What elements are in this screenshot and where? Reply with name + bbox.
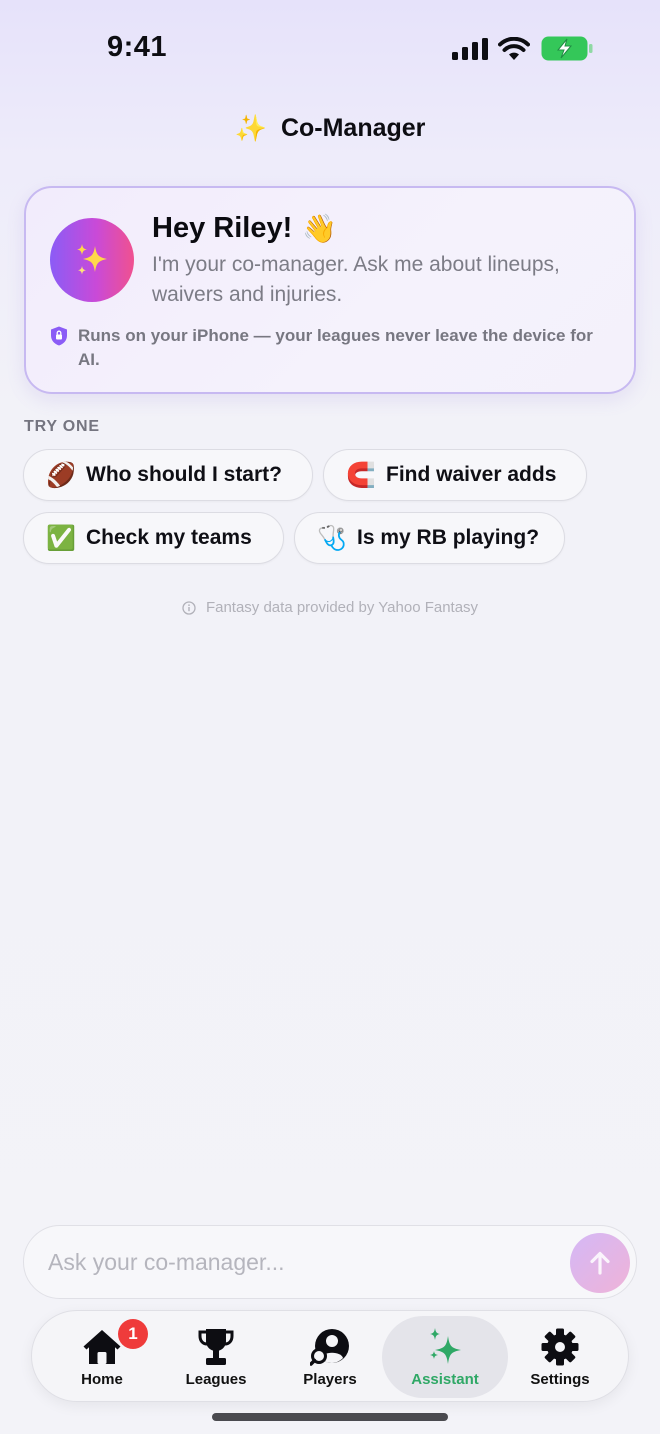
tab-label: Leagues [185, 1371, 247, 1388]
greeting: Hey Riley! 👋 [152, 212, 337, 245]
tab-label: Settings [530, 1371, 590, 1388]
sparkles-icon [77, 244, 107, 275]
football-icon: 🏈 [46, 461, 76, 489]
suggestion-chip-label: Is my RB playing? [357, 526, 540, 549]
welcome-card: Hey Riley! 👋 I'm your co-manager. Ask me… [24, 186, 636, 394]
message-composer [23, 1225, 637, 1299]
greeting-title: Hey Riley! [152, 212, 293, 244]
wifi-icon [498, 37, 530, 60]
check-mark-icon: ✅ [46, 524, 76, 552]
house-icon [82, 1328, 122, 1366]
assistant-avatar [50, 218, 134, 302]
tab-label: Players [303, 1371, 357, 1388]
suggestion-chip-find-waiver-adds[interactable]: 🧲 Find waiver adds [323, 449, 587, 501]
cellular-signal-icon [452, 38, 488, 60]
data-attribution: Fantasy data provided by Yahoo Fantasy [0, 599, 660, 616]
tab-label: Home [81, 1371, 123, 1388]
greeting-body: I'm your co-manager. Ask me about lineup… [152, 253, 560, 306]
sparkles-icon [425, 1328, 465, 1366]
suggestion-chip-is-my-rb-playing[interactable]: 🩺 Is my RB playing? [294, 512, 565, 564]
message-input[interactable] [48, 1226, 548, 1298]
tab-label: Assistant [411, 1371, 479, 1388]
tab-bar: Home 1 Leagues Players Assistant Setting… [31, 1310, 629, 1402]
status-bar: 9:41 [0, 0, 660, 96]
send-button[interactable] [570, 1233, 630, 1293]
privacy-text: Runs on your iPhone — your leagues never… [78, 326, 593, 369]
tab-leagues[interactable]: Leagues [176, 1311, 256, 1403]
waving-hand-icon: 👋 [302, 213, 338, 244]
trophy-icon [196, 1328, 236, 1366]
tab-players[interactable]: Players [290, 1311, 370, 1403]
battery-charging-icon [541, 36, 593, 61]
suggestions-label: TRY ONE [24, 418, 100, 435]
magnet-icon: 🧲 [346, 461, 376, 489]
gear-icon [540, 1328, 580, 1366]
tab-assistant[interactable]: Assistant [382, 1316, 508, 1398]
privacy-note: Runs on your iPhone — your leagues never… [50, 324, 610, 372]
player-search-icon [310, 1328, 350, 1366]
suggestion-chip-check-my-teams[interactable]: ✅ Check my teams [23, 512, 284, 564]
attribution-text: Fantasy data provided by Yahoo Fantasy [205, 599, 479, 616]
arrow-up-icon [590, 1251, 610, 1275]
suggestion-chip-label: Check my teams [86, 526, 252, 549]
page-title: Co-Manager [280, 113, 426, 142]
lock-shield-icon [51, 326, 67, 346]
tab-settings[interactable]: Settings [520, 1311, 600, 1403]
sparkles-icon: ✨ [234, 112, 267, 143]
screen-header: ✨ Co-Manager [0, 108, 660, 148]
stethoscope-icon: 🩺 [317, 524, 347, 552]
info-icon [182, 600, 196, 615]
suggestion-chip-label: Find waiver adds [386, 463, 557, 486]
notification-badge: 1 [118, 1319, 148, 1349]
suggestion-chip-label: Who should I start? [86, 463, 282, 486]
home-indicator [212, 1413, 448, 1421]
suggestion-chip-who-should-i-start[interactable]: 🏈 Who should I start? [23, 449, 313, 501]
status-time: 9:41 [107, 31, 168, 63]
